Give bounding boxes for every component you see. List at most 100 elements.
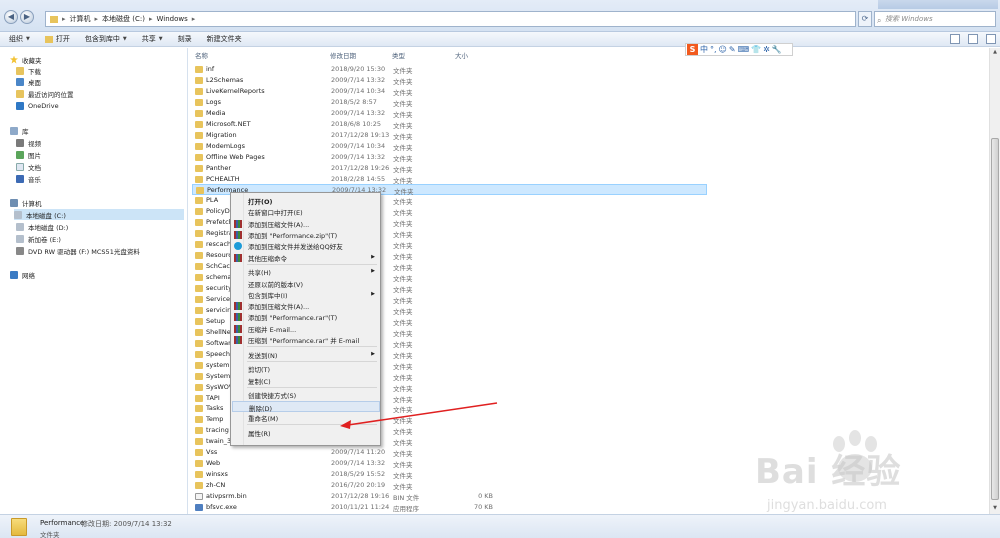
scroll-up-icon[interactable]: ▲ xyxy=(991,49,999,57)
context-menu: 打开(O) 在新窗口中打开(E) 添加到压缩文件(A)... 添加到 "Perform… xyxy=(230,192,381,446)
nav-recent[interactable]: 最近访问的位置 xyxy=(16,88,74,99)
folder-icon xyxy=(195,482,203,490)
details-modified: 修改日期: 2009/7/14 13:32 xyxy=(81,520,172,528)
file-row[interactable]: winsxs 2018/5/29 15:52 文件夹 xyxy=(192,469,707,480)
menu-item[interactable]: 共享(H) ▶ xyxy=(232,266,380,277)
folder-icon xyxy=(195,263,203,271)
menu-item[interactable]: 复制(C) xyxy=(232,375,380,386)
menu-item[interactable]: 添加到压缩文件并发送给QQ好友 xyxy=(232,240,380,251)
window-controls[interactable] xyxy=(878,0,998,9)
nav-favorites[interactable]: 收藏夹 xyxy=(10,54,42,65)
winrar-icon xyxy=(234,324,242,333)
file-type: 文件夹 xyxy=(393,296,413,305)
menu-item[interactable]: 剪切(T) xyxy=(232,363,380,374)
file-date: 2017/12/28 19:13 xyxy=(331,130,390,139)
menu-item[interactable]: 还原以前的版本(V) xyxy=(232,278,380,289)
menu-item[interactable]: 创建快捷方式(S) xyxy=(232,389,380,400)
nav-onedrive[interactable]: OneDrive xyxy=(16,100,59,111)
winrar-icon xyxy=(234,313,242,322)
organize-button[interactable]: 组织 ▼ xyxy=(9,34,30,44)
nav-desktop[interactable]: 桌面 xyxy=(16,76,41,87)
picture-icon xyxy=(16,150,24,159)
file-row[interactable]: ativpsrm.bin 2017/12/28 19:16 BIN 文件 0 KB xyxy=(192,491,707,502)
folder-icon xyxy=(50,15,58,23)
nav-pictures[interactable]: 图片 xyxy=(16,149,41,160)
file-type: 应用程序 xyxy=(393,505,419,513)
nav-documents[interactable]: 文档 xyxy=(16,161,41,172)
file-row[interactable]: PCHEALTH 2018/2/28 14:55 文件夹 xyxy=(192,174,707,185)
nav-music[interactable]: 音乐 xyxy=(16,173,41,184)
nav-computer[interactable]: 计算机 xyxy=(10,197,42,208)
watermark-url: jingyan.baidu.com xyxy=(767,498,887,513)
menu-item[interactable]: 添加到压缩文件(A)... xyxy=(232,300,380,311)
file-row[interactable]: Microsoft.NET 2018/6/8 10:25 文件夹 xyxy=(192,119,707,130)
breadcrumb-windows[interactable]: Windows xyxy=(156,15,187,23)
file-row[interactable]: inf 2018/9/20 15:30 文件夹 xyxy=(192,64,707,75)
file-row[interactable]: L2Schemas 2009/7/14 13:32 文件夹 xyxy=(192,75,707,86)
menu-item[interactable]: 添加到压缩文件(A)... xyxy=(232,218,380,229)
menu-item-label: 剪切(T) xyxy=(248,366,271,375)
nav-network[interactable]: 网络 xyxy=(10,269,35,280)
nav-drive-e[interactable]: 新加卷 (E:) xyxy=(16,233,61,244)
file-row[interactable]: LiveKernelReports 2009/7/14 10:34 文件夹 xyxy=(192,86,707,97)
help-icon[interactable] xyxy=(986,34,996,44)
file-date: 2017/12/28 19:26 xyxy=(331,163,390,172)
file-row[interactable]: Panther 2017/12/28 19:26 文件夹 xyxy=(192,163,707,174)
preview-pane-icon[interactable] xyxy=(968,34,978,44)
menu-item[interactable]: 删除(D) xyxy=(232,400,380,413)
breadcrumb[interactable]: ▸ 计算机 ▸ 本地磁盘 (C:) ▸ Windows ▸ xyxy=(45,11,856,27)
new-folder-button[interactable]: 新建文件夹 xyxy=(207,34,242,44)
breadcrumb-computer[interactable]: 计算机 xyxy=(70,14,91,24)
file-name: L2Schemas xyxy=(206,75,244,84)
file-row[interactable]: Web 2009/7/14 13:32 文件夹 xyxy=(192,458,707,469)
back-button[interactable]: ◀ xyxy=(4,10,18,24)
open-button[interactable]: 打开 xyxy=(44,34,70,44)
nav-drive-d[interactable]: 本地磁盘 (D:) xyxy=(16,221,68,232)
nav-drive-c[interactable]: 本地磁盘 (C:) xyxy=(14,209,184,220)
refresh-button[interactable]: ⟳ xyxy=(858,11,872,27)
menu-item[interactable]: 打开(O) xyxy=(232,195,380,206)
nav-videos[interactable]: 视频 xyxy=(16,137,41,148)
folder-icon xyxy=(195,274,203,282)
menu-item[interactable]: 其他压缩命令 ▶ xyxy=(232,252,380,263)
nav-libraries[interactable]: 库 xyxy=(10,125,29,136)
menu-item[interactable]: 添加到 "Performance.zip"(T) xyxy=(232,229,380,240)
file-type: 文件夹 xyxy=(393,264,413,273)
nav-drive-f[interactable]: DVD RW 驱动器 (F:) MCS51光盘资料 xyxy=(16,245,140,256)
view-options-icon[interactable] xyxy=(950,34,960,44)
view-controls xyxy=(950,34,996,44)
nav-downloads[interactable]: 下载 xyxy=(16,65,41,76)
file-row[interactable]: Offline Web Pages 2009/7/14 13:32 文件夹 xyxy=(192,152,707,163)
file-row[interactable]: Logs 2018/5/2 8:57 文件夹 xyxy=(192,97,707,108)
breadcrumb-separator: ▸ xyxy=(191,15,196,23)
menu-item[interactable]: 压缩并 E-mail... xyxy=(232,323,380,334)
file-type: 文件夹 xyxy=(393,165,413,174)
forward-button[interactable]: ▶ xyxy=(20,10,34,24)
search-input[interactable]: ⌕ 搜索 Windows xyxy=(874,11,996,27)
file-row[interactable]: ModemLogs 2009/7/14 10:34 文件夹 xyxy=(192,141,707,152)
file-row[interactable]: Migration 2017/12/28 19:13 文件夹 xyxy=(192,130,707,141)
file-row[interactable]: zh-CN 2016/7/20 20:19 文件夹 xyxy=(192,480,707,491)
file-date: 2009/7/14 10:34 xyxy=(331,86,386,95)
menu-item[interactable]: 重命名(M) xyxy=(232,412,380,423)
drive-icon xyxy=(16,222,24,231)
menu-item[interactable]: 添加到 "Performance.rar"(T) xyxy=(232,311,380,322)
file-row[interactable]: bfsvc.exe 2010/11/21 11:24 应用程序 70 KB xyxy=(192,502,707,513)
menu-item[interactable]: 在新窗口中打开(E) xyxy=(232,206,380,217)
menu-item[interactable]: 包含到库中(I) ▶ xyxy=(232,289,380,300)
menu-item[interactable]: 发送到(N) ▶ xyxy=(232,349,380,360)
include-library-button[interactable]: 包含到库中 ▼ xyxy=(85,34,127,44)
file-type: 文件夹 xyxy=(393,340,413,349)
menu-item[interactable]: 属性(R) xyxy=(232,427,380,438)
address-bar: ◀ ▶ ▸ 计算机 ▸ 本地磁盘 (C:) ▸ Windows ▸ ⟳ ⌕ 搜索… xyxy=(0,0,1000,32)
folder-icon xyxy=(195,427,203,435)
menu-item[interactable]: 压缩到 "Performance.rar" 并 E-mail xyxy=(232,334,380,345)
drive-icon xyxy=(16,234,24,243)
breadcrumb-drive-c[interactable]: 本地磁盘 (C:) xyxy=(102,14,145,24)
file-row[interactable]: Media 2009/7/14 13:32 文件夹 xyxy=(192,108,707,119)
nav-label: 图片 xyxy=(28,151,41,160)
file-row[interactable]: Vss 2009/7/14 11:20 文件夹 xyxy=(192,447,707,458)
burn-button[interactable]: 刻录 xyxy=(178,34,192,44)
menu-separator xyxy=(247,263,377,265)
share-button[interactable]: 共享 ▼ xyxy=(142,34,163,44)
